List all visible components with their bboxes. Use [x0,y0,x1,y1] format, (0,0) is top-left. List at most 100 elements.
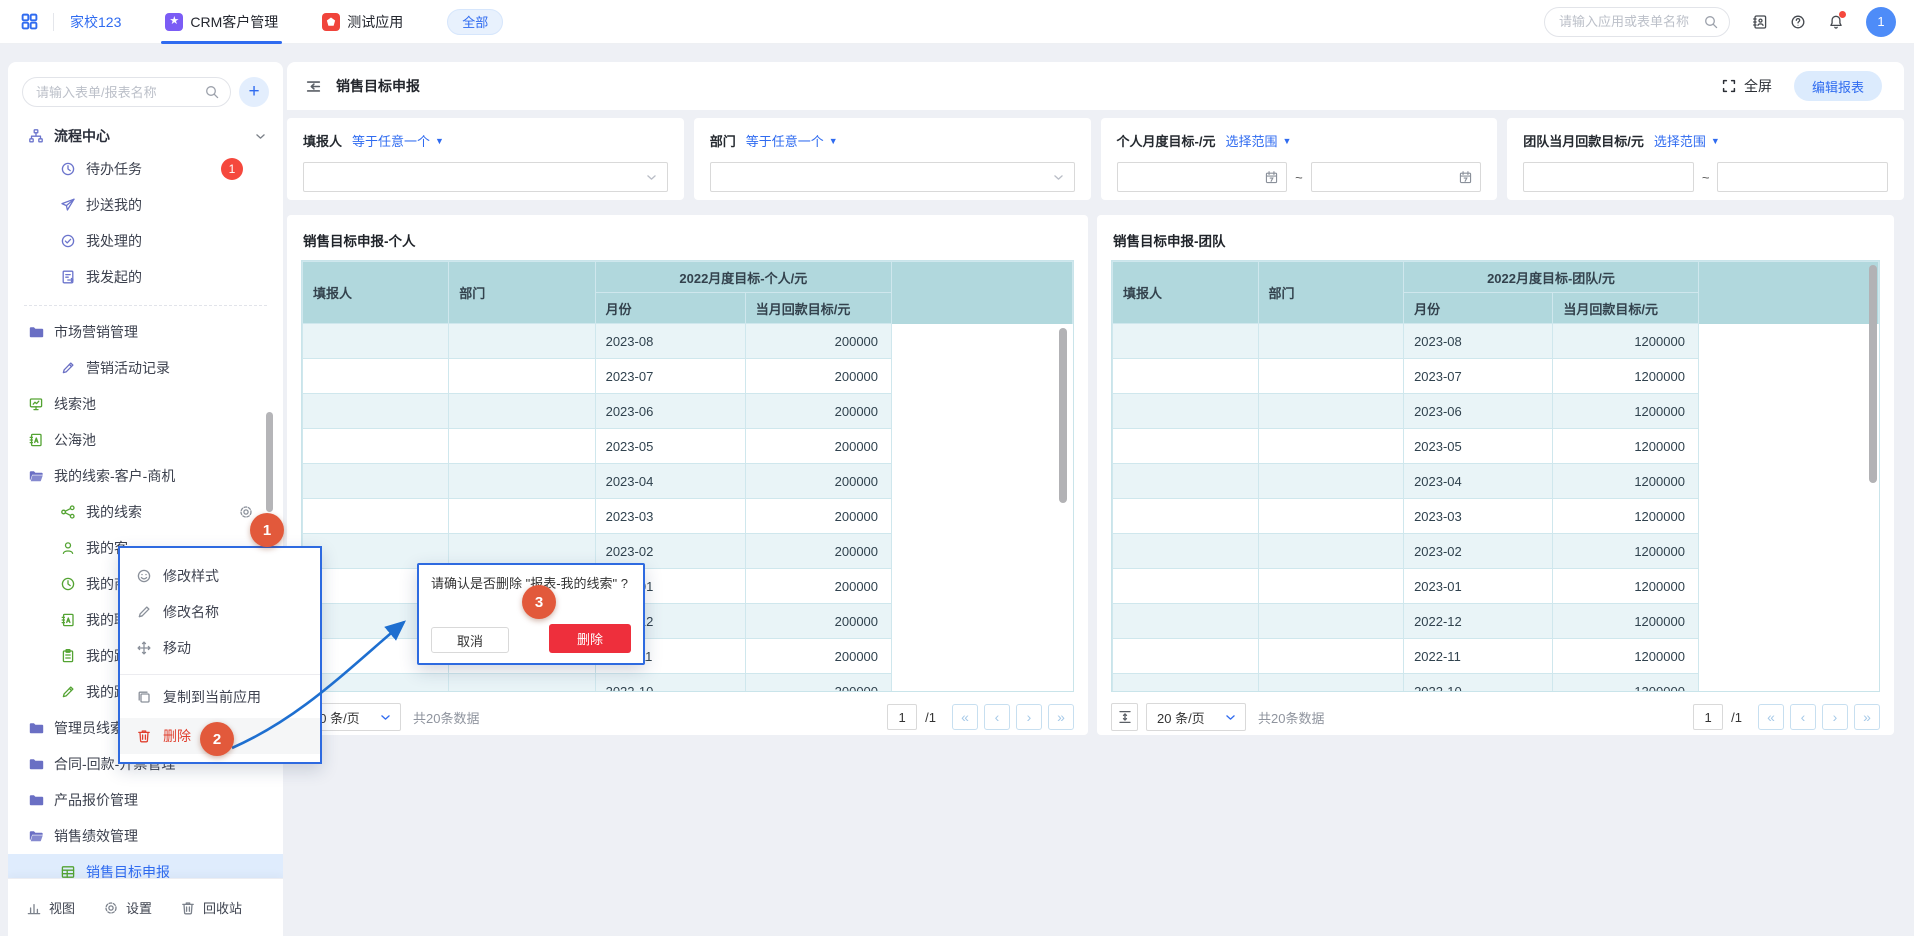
help-icon[interactable] [1790,14,1806,30]
filter-reporter: 填报人 等于任意一个▼ [287,118,684,200]
page-size-select[interactable]: 20 条/页 [1146,703,1246,731]
table-row: 2023-04 1200000 [1113,464,1879,499]
range-start-input[interactable] [1523,162,1694,192]
process-center-header[interactable]: 流程中心 [28,123,267,149]
delete-button[interactable]: 删除 [549,624,631,653]
prev-page-button[interactable]: ‹ [1790,704,1816,730]
sidebar-process-item[interactable]: 抄送我的 [8,187,283,223]
column-header: 部门 [1258,262,1404,324]
context-menu-item[interactable]: 移动 [120,630,320,666]
filter-operator-dropdown[interactable]: 选择范围▼ [1654,131,1720,150]
sidebar: + 流程中心 待办任务 1 抄送我的 [8,62,283,936]
cancel-button[interactable]: 取消 [431,627,509,653]
app-launcher-icon[interactable] [20,12,39,31]
footer-views[interactable]: 视图 [12,879,89,936]
table-row: 2022-12 1200000 [1113,604,1879,639]
check-circle-icon [60,233,76,249]
top-navbar: 家校123 ★ CRM客户管理 测试应用 全部 1 [0,0,1914,44]
avatar[interactable]: 1 [1866,7,1896,37]
clock-icon [60,161,76,177]
filter-select[interactable] [303,162,668,192]
context-menu-item[interactable]: 修改样式 [120,558,320,594]
context-menu-item[interactable]: 修改名称 [120,594,320,630]
row-height-button[interactable] [1111,703,1138,731]
range-start-input[interactable] [1117,162,1288,192]
filter-operator-dropdown[interactable]: 等于任意一个▼ [746,131,838,150]
filter-department: 部门 等于任意一个▼ [694,118,1091,200]
sidebar-footer: 视图 设置 回收站 [8,878,283,936]
workspace-tab-home[interactable]: 家校123 [70,0,121,44]
footer-recycle-bin[interactable]: 回收站 [166,879,256,936]
notification-dot [1839,11,1846,18]
sidebar-process-item[interactable]: 我发起的 [8,259,283,295]
table-scrollbar[interactable] [1059,328,1067,503]
count-badge: 1 [221,158,243,180]
filter-select[interactable] [710,162,1075,192]
all-apps-pill[interactable]: 全部 [447,9,503,35]
prev-page-button[interactable]: ‹ [984,704,1010,730]
next-page-button[interactable]: › [1822,704,1848,730]
address-book-icon[interactable] [1752,14,1768,30]
add-button[interactable]: + [239,77,269,107]
pencil-icon [136,604,152,620]
sidebar-tree-item[interactable]: 线索池 [8,386,283,422]
clipboard-icon [60,648,76,664]
last-page-button[interactable]: » [1854,704,1880,730]
column-header: 填报人 [303,262,449,324]
workspace-tab-label: CRM客户管理 [190,12,278,32]
table-row: 2023-06 200000 [303,394,1073,429]
sidebar-tree-item[interactable]: 产品报价管理 [8,782,283,818]
collapse-sidebar-icon[interactable] [305,78,322,95]
annotation-step-3: 3 [522,585,556,619]
sidebar-search-input[interactable] [36,85,198,100]
bell-icon[interactable] [1828,14,1844,30]
first-page-button[interactable]: « [952,704,978,730]
range-end-input[interactable] [1311,162,1482,192]
sidebar-tree-item[interactable]: 销售目标申报 [8,854,283,878]
gear-icon[interactable] [238,504,254,520]
column-header: 部门 [449,262,595,324]
next-page-button[interactable]: › [1016,704,1042,730]
global-search[interactable] [1544,7,1730,37]
first-page-button[interactable]: « [1758,704,1784,730]
sidebar-tree-item[interactable]: 营销活动记录 [8,350,283,386]
table-scrollbar[interactable] [1869,265,1877,483]
fullscreen-icon [1721,78,1737,94]
range-end-input[interactable] [1717,162,1888,192]
column-header: 当月回款目标/元 [745,293,891,324]
page-title: 销售目标申报 [336,76,420,96]
sidebar-scrollbar[interactable] [266,412,273,512]
context-menu-item[interactable]: 复制到当前应用 [120,674,320,718]
personal-table-card: 销售目标申报-个人 填报人 部门 2022月度目标-个人/元 月份 当月回款 [287,215,1088,735]
last-page-button[interactable]: » [1048,704,1074,730]
filter-operator-dropdown[interactable]: 选择范围▼ [1225,131,1291,150]
filter-team-target: 团队当月回款目标/元 选择范围▼ ~ [1507,118,1904,200]
send-icon [60,197,76,213]
table-row: 2023-02 1200000 [1113,534,1879,569]
workspace-tab-test[interactable]: 测试应用 [322,0,403,44]
sidebar-process-item[interactable]: 我处理的 [8,223,283,259]
sidebar-tree-item[interactable]: 市场营销管理 [8,314,283,350]
sidebar-tree-item[interactable]: 销售绩效管理 [8,818,283,854]
fullscreen-button[interactable]: 全屏 [1721,76,1772,96]
book-icon [60,612,76,628]
page-number-input[interactable]: 1 [887,704,917,730]
sidebar-tree-item[interactable]: 我的线索 [8,494,283,530]
global-search-input[interactable] [1559,14,1697,29]
process-center-label: 流程中心 [54,126,110,146]
footer-settings[interactable]: 设置 [89,879,166,936]
pagination-bar: 20 条/页 共20条数据 1 /1 « ‹ › » [301,703,1074,731]
doc-send-icon [60,269,76,285]
workspace-tab-crm[interactable]: ★ CRM客户管理 [165,0,278,44]
table-row: 2022-10 200000 [303,674,1073,693]
test-app-icon [322,13,340,31]
sidebar-search[interactable] [22,77,231,107]
monitor-icon [28,396,44,412]
sidebar-tree-item[interactable]: 公海池 [8,422,283,458]
team-table-card: 销售目标申报-团队 填报人 部门 2022月度目标-团队/元 月份 当月回款 [1097,215,1894,735]
filter-operator-dropdown[interactable]: 等于任意一个▼ [352,131,444,150]
sidebar-process-item[interactable]: 待办任务 1 [8,151,283,187]
edit-report-button[interactable]: 编辑报表 [1794,71,1882,101]
sidebar-tree-item[interactable]: 我的线索-客户-商机 [8,458,283,494]
page-number-input[interactable]: 1 [1693,704,1723,730]
